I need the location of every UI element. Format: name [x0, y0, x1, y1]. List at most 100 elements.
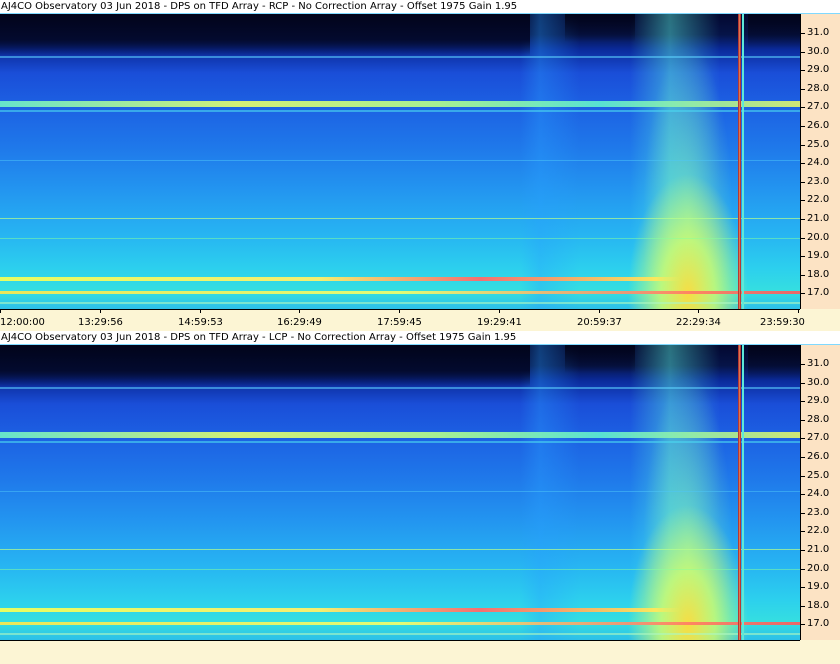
frequency-tick: [801, 52, 805, 53]
emission-line: [0, 491, 800, 492]
frequency-tick: [801, 89, 805, 90]
time-tick: [399, 309, 400, 313]
emission-line: [0, 633, 800, 635]
frequency-tick-label: 31.0: [807, 27, 830, 38]
spectrogram-dark-region: [0, 14, 530, 56]
spectrogram-dark-region: [748, 14, 800, 49]
emission-line: [0, 160, 800, 161]
frequency-tick-label: 28.0: [807, 414, 830, 425]
emission-line: [0, 441, 800, 443]
frequency-tick: [801, 383, 805, 384]
emission-line: [0, 302, 800, 304]
frequency-tick-label: 17.0: [807, 287, 830, 298]
frequency-tick-label: 19.0: [807, 581, 830, 592]
frequency-tick-label: 27.0: [807, 101, 830, 112]
frequency-tick-label: 28.0: [807, 83, 830, 94]
frequency-tick: [801, 163, 805, 164]
frequency-tick-label: 29.0: [807, 64, 830, 75]
frequency-tick-label: 29.0: [807, 395, 830, 406]
time-tick-label: 13:29:56: [78, 317, 123, 328]
emission-line: [0, 387, 800, 389]
frequency-tick: [801, 401, 805, 402]
emission-line: [0, 277, 800, 281]
frequency-tick-label: 30.0: [807, 377, 830, 388]
emission-line: [0, 101, 800, 107]
frequency-tick-label: 24.0: [807, 157, 830, 168]
frequency-axis: 31.0 30.0 29.0 28.0 27.0 26.0 25.0 24.0 23.0 22.0…: [800, 345, 840, 640]
emission-line: [0, 238, 800, 239]
frequency-tick-label: 20.0: [807, 563, 830, 574]
emission-line: [0, 432, 800, 438]
frequency-tick: [801, 238, 805, 239]
frequency-tick: [801, 107, 805, 108]
panel-title: AJ4CO Observatory 03 Jun 2018 - DPS on T…: [0, 331, 840, 344]
frequency-tick: [801, 513, 805, 514]
emission-line: [0, 549, 800, 550]
frequency-tick: [801, 531, 805, 532]
frequency-tick-label: 30.0: [807, 46, 830, 57]
frequency-tick-label: 23.0: [807, 176, 830, 187]
frequency-tick-label: 19.0: [807, 250, 830, 261]
time-marker-line: [742, 14, 744, 309]
time-tick-label: 22:29:34: [676, 317, 721, 328]
time-tick: [599, 309, 600, 313]
spectrogram-dark-region: [748, 345, 800, 380]
spectrogram-image[interactable]: [0, 345, 800, 640]
spectrogram-dark-region: [0, 345, 530, 387]
frequency-tick: [801, 569, 805, 570]
emission-line: [0, 291, 800, 294]
time-marker-line: [738, 14, 741, 309]
frequency-tick-label: 20.0: [807, 232, 830, 243]
frequency-tick: [801, 457, 805, 458]
frequency-tick: [801, 420, 805, 421]
time-tick-label: 20:59:37: [577, 317, 622, 328]
frequency-tick-label: 21.0: [807, 213, 830, 224]
spectrogram-image[interactable]: [0, 14, 800, 309]
emission-line: [0, 608, 800, 612]
time-tick: [798, 309, 799, 313]
time-tick-label: 23:59:30: [760, 317, 805, 328]
frequency-tick-label: 27.0: [807, 432, 830, 443]
emission-line: [0, 218, 800, 219]
spectrogram-dark-region: [565, 14, 635, 42]
frequency-tick: [801, 438, 805, 439]
spectrogram-panel-lcp: AJ4CO Observatory 03 Jun 2018 - DPS on T…: [0, 331, 840, 664]
time-tick-label: 19:29:41: [477, 317, 522, 328]
panel-title: AJ4CO Observatory 03 Jun 2018 - DPS on T…: [0, 0, 840, 13]
frequency-tick: [801, 219, 805, 220]
frequency-tick: [801, 126, 805, 127]
emission-line: [0, 56, 800, 58]
time-tick: [299, 309, 300, 313]
frequency-tick-label: 21.0: [807, 544, 830, 555]
frequency-tick: [801, 624, 805, 625]
time-tick: [200, 309, 201, 313]
frequency-tick-label: 22.0: [807, 525, 830, 536]
time-tick-label: 14:59:53: [178, 317, 223, 328]
frequency-tick: [801, 494, 805, 495]
frequency-tick-label: 26.0: [807, 451, 830, 462]
frequency-tick-label: 26.0: [807, 120, 830, 131]
frequency-axis: 31.0 30.0 29.0 28.0 27.0 26.0 25.0 24.0 23.0 22.0…: [800, 14, 840, 309]
frequency-tick-label: 23.0: [807, 507, 830, 518]
frequency-tick-label: 18.0: [807, 600, 830, 611]
time-axis: 12:00:00 13:29:56 14:59:53 16:29:49 17:59:45…: [0, 309, 840, 331]
frequency-tick: [801, 145, 805, 146]
time-tick-label: 17:59:45: [377, 317, 422, 328]
time-tick-label: 16:29:49: [277, 317, 322, 328]
frequency-tick: [801, 587, 805, 588]
frequency-tick: [801, 606, 805, 607]
time-tick: [698, 309, 699, 313]
frequency-tick-label: 17.0: [807, 618, 830, 629]
frequency-tick: [801, 550, 805, 551]
time-tick: [499, 309, 500, 313]
frequency-tick: [801, 33, 805, 34]
emission-line: [0, 622, 800, 625]
time-axis-line: [0, 640, 800, 641]
frequency-tick-label: 25.0: [807, 470, 830, 481]
frequency-tick: [801, 70, 805, 71]
frequency-tick: [801, 293, 805, 294]
emission-line: [0, 110, 800, 112]
spectrogram-dark-region: [565, 345, 635, 373]
emission-line: [0, 569, 800, 570]
time-tick-label: 12:00:00: [0, 317, 45, 328]
